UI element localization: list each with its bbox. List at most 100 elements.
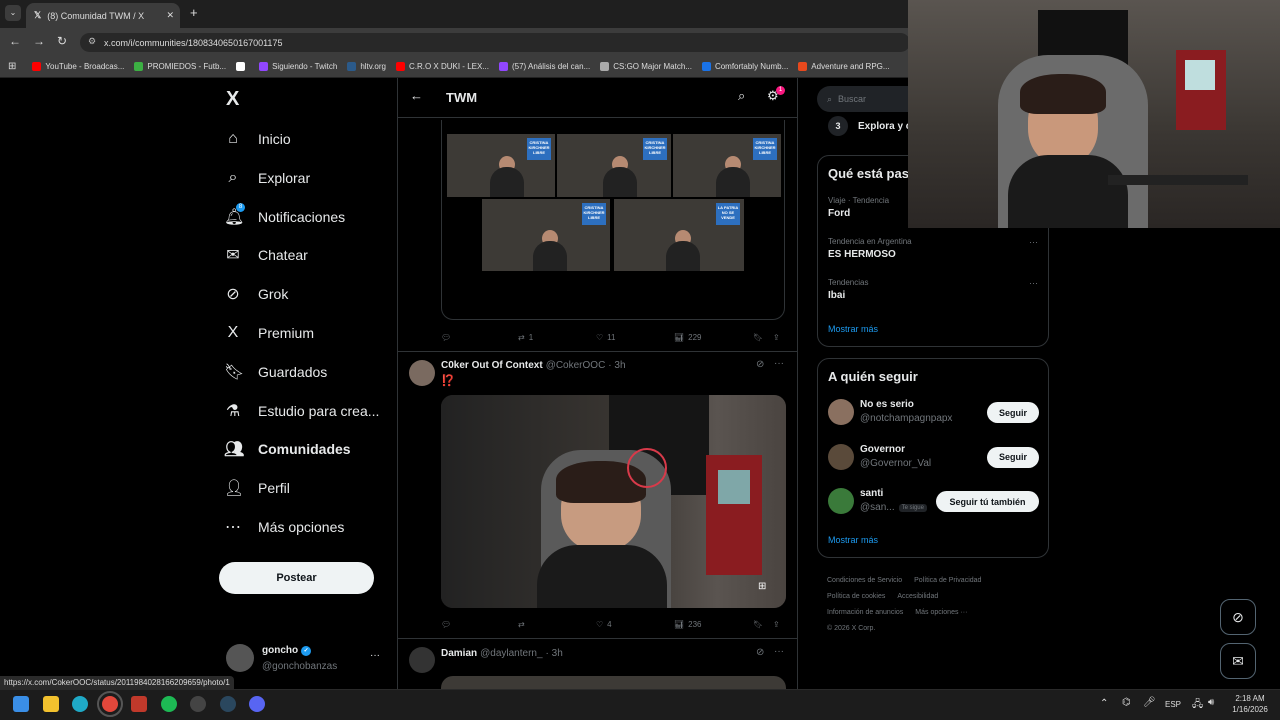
bookmark-item[interactable]: PROMIEDOS - Futb...: [134, 62, 226, 71]
footer-link[interactable]: Política de cookies: [827, 593, 885, 600]
repost-button[interactable]: ⇄: [518, 620, 529, 629]
suggestion-name[interactable]: No es serio: [860, 399, 914, 410]
windows-start-icon[interactable]: [13, 696, 29, 712]
bookmark-item[interactable]: hltv.org: [347, 62, 386, 71]
post-avatar[interactable]: [409, 647, 435, 673]
footer-link[interactable]: © 2026 X Corp.: [827, 625, 875, 632]
show-more-link[interactable]: Mostrar más: [828, 535, 878, 545]
bookmark-item[interactable]: C.R.O X DUKI - LEX...: [395, 62, 489, 71]
media-thumbnail[interactable]: CRISTINA KIRCHNER LIBRE: [673, 134, 781, 197]
new-tab-button[interactable]: +: [190, 5, 198, 20]
forward-icon[interactable]: →: [33, 34, 45, 48]
follow-button[interactable]: Seguir: [987, 402, 1039, 423]
tab-close-icon[interactable]: ✕: [166, 10, 174, 21]
nav-item-más[interactable]: ⋯ Más opciones: [224, 510, 344, 544]
like-button[interactable]: ♡ 11: [596, 333, 615, 342]
chrome-icon[interactable]: [97, 691, 123, 717]
suggestion-avatar[interactable]: [828, 399, 854, 425]
author-name[interactable]: Damian: [441, 648, 477, 659]
grok-post-icon[interactable]: ⊘: [756, 647, 764, 658]
media-grid[interactable]: CRISTINA KIRCHNER LIBRE CRISTINA KIRCHNER…: [447, 134, 781, 274]
follow-button[interactable]: Seguir tú también: [936, 491, 1039, 512]
url-field[interactable]: ⚙ x.com/i/communities/180834065016700117…: [80, 33, 910, 52]
messages-fab[interactable]: ✉: [1220, 643, 1256, 679]
tab-menu-button[interactable]: ⌄: [5, 5, 21, 21]
grok-fab[interactable]: ⊘: [1220, 599, 1256, 635]
post-button[interactable]: Postear: [219, 562, 374, 594]
back-arrow-icon[interactable]: ←: [410, 88, 423, 103]
repost-button[interactable]: ⇄ 1: [518, 333, 533, 342]
explore-row[interactable]: 3 Explora y c: [828, 116, 911, 136]
post-more-icon[interactable]: ···: [774, 358, 784, 369]
footer-link[interactable]: Condiciones de Servicio: [827, 577, 902, 584]
nav-item-guardados[interactable]: 🔖︎ Guardados: [224, 355, 327, 389]
network-icon[interactable]: 🖧︎: [1192, 697, 1203, 714]
chevron-up-icon[interactable]: ⌃: [1100, 698, 1108, 709]
show-more-link[interactable]: Mostrar más: [828, 324, 878, 334]
post-more-icon[interactable]: ···: [774, 646, 784, 657]
post-avatar[interactable]: [409, 360, 435, 386]
grok-post-icon[interactable]: ⊘: [756, 359, 764, 370]
suggestion-name[interactable]: santi: [860, 488, 883, 499]
search-icon[interactable]: ⌕: [738, 88, 745, 104]
reply-button[interactable]: 💬︎: [441, 333, 455, 342]
volume-icon[interactable]: 🔊︎: [1208, 697, 1214, 708]
bookmark-item[interactable]: [236, 62, 249, 71]
media-thumbnail[interactable]: CRISTINA KIRCHNER LIBRE: [557, 134, 671, 197]
obs-icon[interactable]: [190, 696, 206, 712]
reload-icon[interactable]: ↻: [57, 34, 67, 48]
bookmark-item[interactable]: CS:GO Major Match...: [600, 62, 692, 71]
media-thumbnail[interactable]: CRISTINA KIRCHNER LIBRE: [447, 134, 555, 197]
nav-item-chatear[interactable]: ✉ Chatear: [224, 238, 308, 272]
nav-item-grok[interactable]: ⊘ Grok: [224, 277, 288, 311]
suggestion-avatar[interactable]: [828, 488, 854, 514]
trend-more-icon[interactable]: ···: [1029, 278, 1038, 288]
footer-link[interactable]: Política de Privacidad: [914, 577, 981, 584]
nav-item-inicio[interactable]: ⌂ Inicio: [224, 122, 291, 156]
bookmark-item[interactable]: Comfortably Numb...: [701, 62, 788, 71]
wifi-icon[interactable]: ⌬: [1122, 697, 1131, 708]
nav-item-premium[interactable]: X Premium: [224, 316, 314, 350]
account-more-icon[interactable]: ···: [370, 650, 380, 661]
mic-icon[interactable]: 🎤︎: [1143, 697, 1156, 708]
suggestion-avatar[interactable]: [828, 443, 854, 470]
browser-tab[interactable]: 𝕏 (8) Comunidad TWM / X ✕: [26, 3, 180, 28]
bookmark-button[interactable]: 🔖︎: [753, 620, 763, 629]
bookmark-item[interactable]: YouTube - Broadcas...: [32, 62, 124, 71]
discord-icon[interactable]: [249, 696, 265, 712]
like-button[interactable]: ♡ 4: [596, 620, 612, 629]
share-button[interactable]: ⇪: [773, 333, 780, 342]
follow-button[interactable]: Seguir: [987, 446, 1039, 468]
reply-button[interactable]: 💬︎: [441, 620, 455, 629]
post-media-preview[interactable]: [441, 676, 786, 689]
footer-link[interactable]: Más opciones ···: [915, 609, 967, 616]
media-thumbnail[interactable]: LA PATRIA NO SE VENDE: [614, 199, 744, 271]
share-button[interactable]: ⇪: [773, 620, 780, 629]
suggestion-name[interactable]: Governor: [860, 444, 905, 455]
post-time[interactable]: · 3h: [608, 360, 625, 371]
views-button[interactable]: 📊︎ 236: [674, 620, 702, 629]
account-switcher[interactable]: goncho ✓ @gonchobanzas ···: [226, 642, 386, 676]
steam-icon[interactable]: [220, 696, 236, 712]
clock[interactable]: 2:18 AM 1/16/2026: [1226, 693, 1274, 715]
trend-item[interactable]: Tendencias Ibai ···: [828, 278, 1040, 319]
nav-item-explorar[interactable]: ⌕ Explorar: [224, 161, 311, 195]
media-thumbnail[interactable]: CRISTINA KIRCHNER LIBRE: [482, 199, 610, 271]
bookmark-button[interactable]: 🔖︎: [753, 333, 763, 342]
app-icon[interactable]: [131, 696, 147, 712]
post-photo[interactable]: ⊞: [441, 395, 786, 608]
apps-grid-icon[interactable]: ⊞: [8, 61, 16, 72]
post-time[interactable]: · 3h: [546, 648, 563, 659]
site-info-icon[interactable]: ⚙: [88, 36, 96, 47]
views-button[interactable]: 📊︎ 229: [674, 333, 702, 342]
trend-more-icon[interactable]: ···: [1029, 237, 1038, 247]
nav-item-perfil[interactable]: 👤︎ Perfil: [224, 471, 290, 505]
alt-image-icon[interactable]: ⊞: [758, 581, 766, 592]
file-explorer-icon[interactable]: [43, 696, 59, 712]
nav-item-estudio[interactable]: ⚗ Estudio para crea...: [224, 394, 380, 428]
language-indicator[interactable]: ESP: [1165, 700, 1181, 709]
bookmark-item[interactable]: Siguiendo - Twitch: [259, 62, 337, 71]
back-icon[interactable]: ←: [9, 34, 21, 48]
bookmark-item[interactable]: (57) Análisis del can...: [498, 62, 590, 71]
footer-link[interactable]: Información de anuncios: [827, 609, 903, 616]
